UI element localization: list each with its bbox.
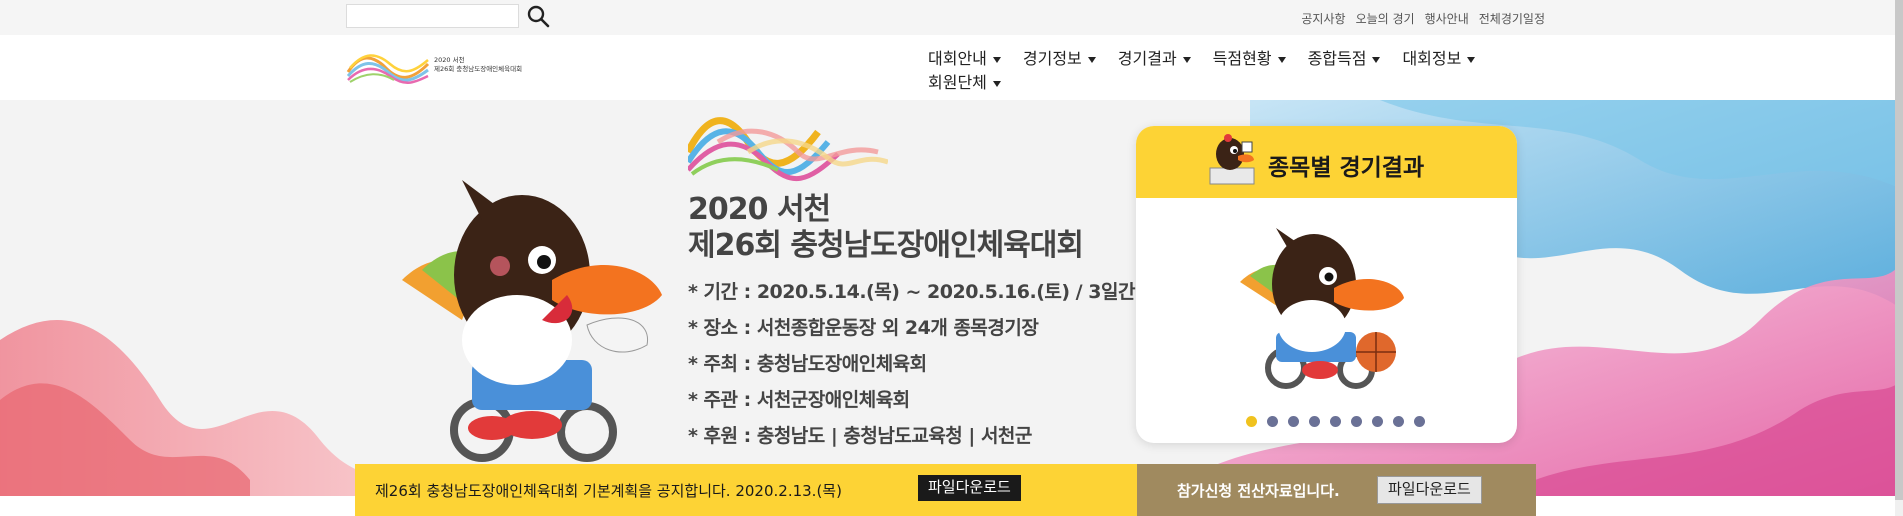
caret-down-icon [1182,56,1191,63]
event-info-period: * 기간 : 2020.5.14.(목) ~ 2020.5.16.(토) / 3… [688,281,1135,303]
main-nav: 대회안내 경기정보 경기결과 득점현황 종합득점 대회정보 회원단체 [928,49,1548,93]
nav-item-tournament-guide[interactable]: 대회안내 [928,49,1001,69]
caret-down-icon [992,80,1001,87]
search-input[interactable] [346,4,519,28]
nav-label: 종합득점 [1307,49,1367,68]
caret-down-icon [1372,56,1381,63]
event-logo-graphic [688,117,888,181]
caret-down-icon [992,56,1001,63]
nav-label: 대회정보 [1402,49,1462,68]
utility-link-today-games[interactable]: 오늘의 경기 [1356,10,1415,27]
carousel-dot[interactable] [1414,416,1425,427]
nav-label: 경기결과 [1117,49,1177,68]
utility-bar: 공지사항 오늘의 경기 행사안내 전체경기일정 [0,0,1903,35]
registration-download-button[interactable]: 파일다운로드 [1377,476,1482,504]
event-info-host: * 주최 : 충청남도장애인체육회 [688,353,927,375]
caret-down-icon [1087,56,1096,63]
nav-item-tournament-info[interactable]: 대회정보 [1402,49,1476,69]
mascot-scoreboard-icon [1209,134,1255,185]
nav-label: 경기정보 [1022,49,1082,68]
page-scrollbar[interactable] [1895,0,1903,516]
logo-line-1: 2020 서천 [434,56,465,64]
search-button[interactable] [525,3,551,29]
scrollbar-thumb[interactable] [1895,0,1903,500]
event-info-list: * 기간 : 2020.5.14.(목) ~ 2020.5.16.(토) / 3… [688,274,1135,454]
logo-graphic [346,54,430,84]
logo-line-2: 제26회 충청남도장애인체육대회 [434,65,523,73]
notice-registration: 참가신청 전산자료입니다. 파일다운로드 [1137,464,1536,516]
utility-links: 공지사항 오늘의 경기 행사안내 전체경기일정 [1301,10,1545,27]
hero-title-event: 제26회 충청남도장애인체육대회 [688,228,1084,263]
nav-item-score-status[interactable]: 득점현황 [1213,49,1286,69]
utility-link-full-schedule[interactable]: 전체경기일정 [1479,10,1545,27]
logo-text: 2020 서천 제26회 충청남도장애인체육대회 [434,56,522,74]
notice-plan-text: 제26회 충청남도장애인체육대회 기본계획을 공지합니다. 2020.2.13.… [375,482,842,500]
carousel-dot[interactable] [1267,416,1278,427]
utility-link-events[interactable]: 행사안내 [1425,10,1469,27]
carousel-dot[interactable] [1351,416,1362,427]
carousel-dot[interactable] [1372,416,1383,427]
mascot-basketball-illustration [1240,228,1404,389]
search-icon [527,5,550,28]
site-logo[interactable]: 2020 서천 제26회 충청남도장애인체육대회 [346,50,526,86]
caret-down-icon [1467,56,1476,63]
nav-item-game-results[interactable]: 경기결과 [1118,49,1191,69]
caret-down-icon [1277,56,1286,63]
nav-label: 회원단체 [928,73,987,92]
site-header: 2020 서천 제26회 충청남도장애인체육대회 대회안내 경기정보 경기결과 … [0,35,1903,100]
carousel-dots [1246,416,1425,427]
nav-label: 대회안내 [928,49,987,68]
nav-item-member-groups[interactable]: 회원단체 [928,73,1001,93]
results-card-title: 종목별 경기결과 [1268,155,1425,181]
plan-download-button[interactable]: 파일다운로드 [918,475,1021,501]
results-card-header: 종목별 경기결과 [1136,126,1517,198]
nav-label: 득점현황 [1212,49,1272,68]
mascot-illustration [402,180,662,462]
event-info-venue: * 장소 : 서천종합운동장 외 24개 종목경기장 [688,317,1039,339]
hero-banner: 2020 서천 제26회 충청남도장애인체육대회 * 기간 : 2020.5.1… [0,100,1903,496]
carousel-dot[interactable] [1393,416,1404,427]
carousel-dot[interactable] [1246,416,1257,427]
carousel-dot[interactable] [1309,416,1320,427]
results-card[interactable]: 종목별 경기결과 [1136,126,1517,443]
nav-item-total-score[interactable]: 종합득점 [1308,49,1381,69]
event-info-sponsor: * 후원 : 충청남도 | 충청남도교육청 | 서천군 [688,425,1032,447]
notice-registration-text: 참가신청 전산자료입니다. [1177,482,1340,500]
carousel-dot[interactable] [1330,416,1341,427]
notice-plan: 제26회 충청남도장애인체육대회 기본계획을 공지합니다. 2020.2.13.… [355,464,1137,516]
carousel-dot[interactable] [1288,416,1299,427]
nav-item-game-info[interactable]: 경기정보 [1023,49,1096,69]
event-info-organizer: * 주관 : 서천군장애인체육회 [688,389,910,411]
utility-link-notice[interactable]: 공지사항 [1301,10,1345,27]
